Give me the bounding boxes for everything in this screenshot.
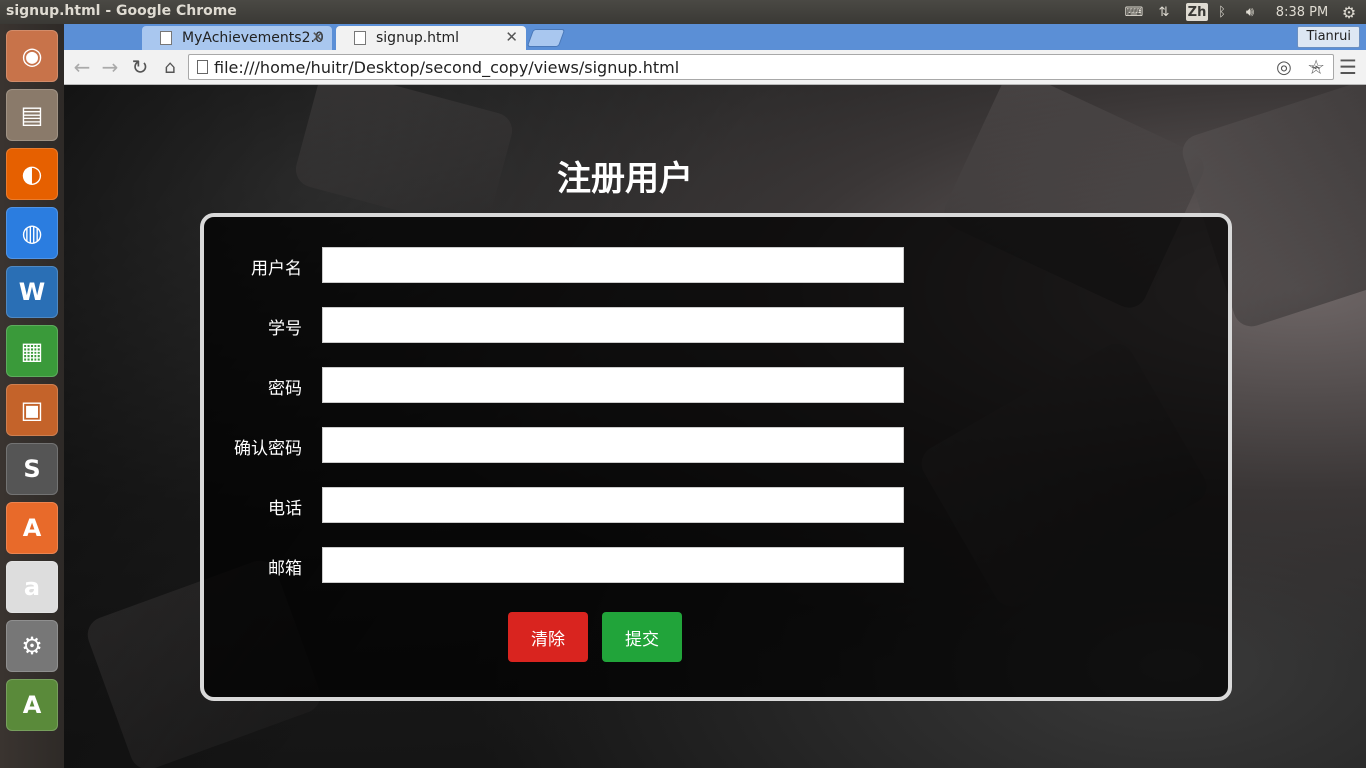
launcher: ◉ ▤ ◐ ◍ W ▦ ▣ S Aa ⚙ A: [0, 24, 65, 768]
tab-strip: MyAchievements2.0 ✕ signup.html ✕ Tianru…: [64, 24, 1366, 50]
translate-extension-icon[interactable]: ⌁: [1304, 55, 1328, 79]
clock[interactable]: 8:38 PM: [1272, 2, 1332, 22]
chrome-icon[interactable]: ◍: [6, 207, 58, 259]
confirm-password-field[interactable]: [322, 427, 904, 463]
username-row: 用户名: [204, 247, 924, 283]
page-icon: [197, 60, 208, 74]
ime-indicator[interactable]: Zh: [1186, 3, 1208, 21]
extension-icon[interactable]: ◎: [1272, 55, 1296, 79]
email-label: 邮箱: [268, 559, 302, 579]
volume-icon[interactable]: 🔊︎: [1238, 2, 1262, 22]
page-icon: [354, 31, 366, 45]
firefox-icon[interactable]: ◐: [6, 148, 58, 200]
top-panel: signup.html - Google Chrome ⌨ ⇅ Zh ᛒ 🔊︎ …: [0, 0, 1366, 24]
student-id-field[interactable]: [322, 307, 904, 343]
clear-button[interactable]: 清除: [508, 612, 588, 662]
bluetooth-icon[interactable]: ᛒ: [1214, 2, 1230, 22]
page-icon: [160, 31, 172, 45]
back-arrow-icon[interactable]: ←: [70, 55, 94, 79]
username-label: 用户名: [251, 259, 302, 279]
tab-label: MyAchievements2.0: [182, 30, 324, 46]
email-row: 邮箱: [204, 547, 924, 583]
close-icon[interactable]: ✕: [311, 28, 324, 46]
phone-field[interactable]: [322, 487, 904, 523]
software-updater-icon[interactable]: A: [6, 679, 58, 731]
reload-icon[interactable]: ↻: [128, 55, 152, 79]
confirm-password-row: 确认密码: [204, 427, 924, 463]
system-settings-icon[interactable]: ⚙: [6, 620, 58, 672]
signup-form: 用户名 学号 密码 确认密码 电话 邮箱 清除 提交: [200, 213, 1232, 701]
ubuntu-dash-icon[interactable]: ◉: [6, 30, 58, 82]
confirm-password-label: 确认密码: [234, 439, 302, 459]
password-label: 密码: [268, 379, 302, 399]
new-tab-button[interactable]: [526, 29, 566, 47]
power-gear-icon[interactable]: ⚙: [1338, 2, 1360, 22]
email-field[interactable]: [322, 547, 904, 583]
submit-button[interactable]: 提交: [602, 612, 682, 662]
page-title: 注册用户: [557, 159, 693, 199]
network-icon[interactable]: ⇅: [1154, 2, 1174, 22]
libreoffice-writer-icon[interactable]: W: [6, 266, 58, 318]
password-row: 密码: [204, 367, 924, 403]
close-icon[interactable]: ✕: [505, 28, 518, 46]
libreoffice-calc-icon[interactable]: ▦: [6, 325, 58, 377]
forward-arrow-icon[interactable]: →: [98, 55, 122, 79]
sublime-text-icon[interactable]: S: [6, 443, 58, 495]
libreoffice-impress-icon[interactable]: ▣: [6, 384, 58, 436]
student-id-label: 学号: [268, 319, 302, 339]
window-title: signup.html - Google Chrome: [6, 3, 237, 19]
profile-button[interactable]: Tianrui: [1297, 26, 1360, 48]
username-field[interactable]: [322, 247, 904, 283]
files-icon[interactable]: ▤: [6, 89, 58, 141]
menu-icon[interactable]: ☰: [1336, 55, 1360, 79]
tab-myachievements[interactable]: MyAchievements2.0 ✕: [142, 26, 332, 50]
keyboard-icon[interactable]: ⌨: [1124, 2, 1144, 22]
tab-signup[interactable]: signup.html ✕: [336, 26, 526, 50]
phone-label: 电话: [268, 499, 302, 519]
tab-label: signup.html: [376, 30, 460, 46]
amazon-icon[interactable]: a: [6, 561, 58, 613]
phone-row: 电话: [204, 487, 924, 523]
url-text[interactable]: file:///home/huitr/Desktop/second_copy/v…: [214, 58, 679, 77]
student-id-row: 学号: [204, 307, 924, 343]
page-viewport: 注册用户 用户名 学号 密码 确认密码 电话 邮箱 清除 提交: [64, 85, 1366, 768]
software-center-icon[interactable]: A: [6, 502, 58, 554]
password-field[interactable]: [322, 367, 904, 403]
browser-toolbar: ← → ↻ ⌂ file:///home/huitr/Desktop/secon…: [64, 50, 1366, 85]
address-bar[interactable]: file:///home/huitr/Desktop/second_copy/v…: [188, 54, 1334, 80]
home-icon[interactable]: ⌂: [158, 55, 182, 79]
